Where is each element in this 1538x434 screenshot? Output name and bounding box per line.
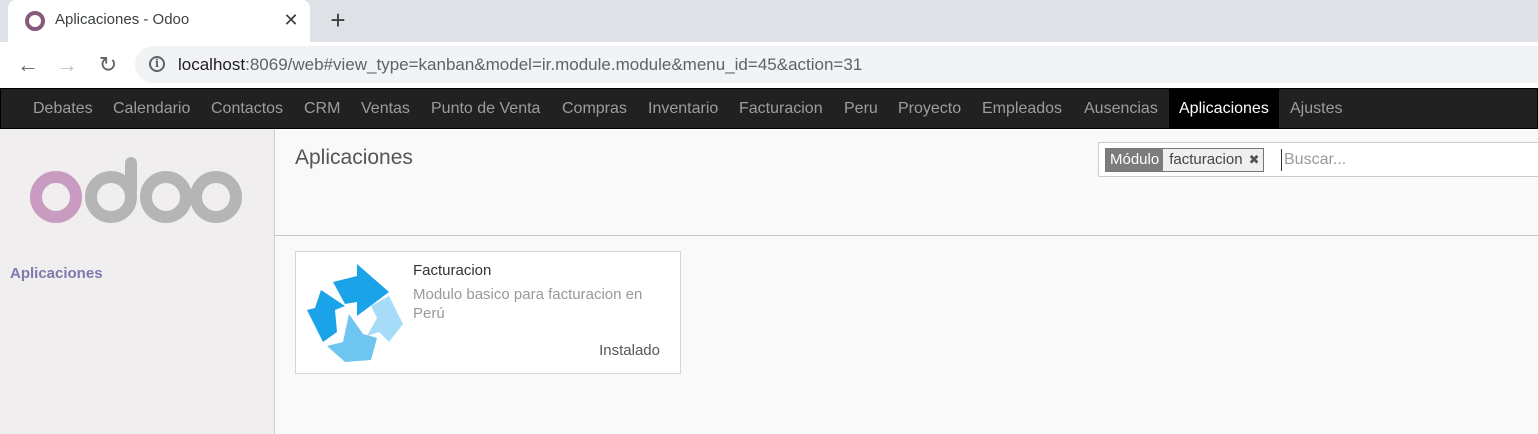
close-tab-icon[interactable]: ✕ bbox=[280, 9, 302, 31]
module-status: Instalado bbox=[599, 342, 660, 359]
search-facet[interactable]: Módulo facturacion ✖ bbox=[1105, 148, 1265, 172]
menu-item-ausencias[interactable]: Ausencias bbox=[1074, 89, 1168, 128]
reload-icon[interactable]: ↻ bbox=[94, 51, 122, 79]
sidebar-item-aplicaciones[interactable]: Aplicaciones bbox=[10, 265, 103, 282]
module-name: Facturacion bbox=[413, 262, 492, 279]
control-panel: Aplicaciones Módulo facturacion ✖ bbox=[275, 129, 1538, 236]
main-menu: Debates Calendario Contactos CRM Ventas Punto… bbox=[0, 88, 1538, 129]
info-icon[interactable]: i bbox=[149, 56, 165, 72]
facet-value: facturacion bbox=[1163, 149, 1249, 171]
new-tab-button[interactable]: + bbox=[324, 6, 352, 34]
address-bar[interactable]: i localhost:8069/web#view_type=kanban&mo… bbox=[135, 46, 1538, 83]
browser-toolbar: ← → ↻ i localhost:8069/web#view_type=kan… bbox=[0, 42, 1538, 88]
back-arrow-icon[interactable]: ← bbox=[14, 51, 42, 79]
menu-item-punto-de-venta[interactable]: Punto de Venta bbox=[421, 89, 550, 128]
breadcrumb: Aplicaciones bbox=[295, 146, 413, 169]
browser-tab-strip: Aplicaciones - Odoo ✕ + bbox=[0, 0, 1538, 42]
menu-item-contactos[interactable]: Contactos bbox=[201, 89, 293, 128]
menu-item-crm[interactable]: CRM bbox=[294, 89, 350, 128]
menu-item-empleados[interactable]: Empleados bbox=[972, 89, 1072, 128]
menu-item-ventas[interactable]: Ventas bbox=[351, 89, 420, 128]
search-box[interactable]: Módulo facturacion ✖ bbox=[1098, 142, 1538, 177]
odoo-logo[interactable] bbox=[30, 155, 242, 232]
menu-item-proyecto[interactable]: Proyecto bbox=[888, 89, 971, 128]
tab-title: Aplicaciones - Odoo bbox=[55, 11, 190, 28]
menu-item-peru[interactable]: Peru bbox=[834, 89, 888, 128]
menu-item-inventario[interactable]: Inventario bbox=[638, 89, 728, 128]
remove-facet-icon[interactable]: ✖ bbox=[1248, 149, 1264, 171]
menu-item-facturacion[interactable]: Facturacion bbox=[729, 89, 833, 128]
url-text[interactable]: localhost:8069/web#view_type=kanban&mode… bbox=[178, 55, 862, 75]
kanban-view: Facturacion Modulo basico para facturaci… bbox=[275, 236, 1538, 434]
facet-label: Módulo bbox=[1106, 149, 1164, 171]
browser-tab[interactable]: Aplicaciones - Odoo ✕ bbox=[8, 0, 310, 42]
module-summary: Modulo basico para facturacion en Perú bbox=[413, 286, 643, 322]
menu-item-ajustes[interactable]: Ajustes bbox=[1280, 89, 1352, 128]
sidebar: Aplicaciones bbox=[0, 129, 275, 434]
search-input[interactable] bbox=[1281, 149, 1531, 171]
refresh-arrows-icon bbox=[305, 262, 405, 369]
menu-item-aplicaciones[interactable]: Aplicaciones bbox=[1169, 89, 1279, 128]
module-card[interactable]: Facturacion Modulo basico para facturaci… bbox=[295, 251, 681, 374]
menu-item-calendario[interactable]: Calendario bbox=[103, 89, 200, 128]
menu-item-compras[interactable]: Compras bbox=[552, 89, 637, 128]
forward-arrow-icon[interactable]: → bbox=[53, 51, 81, 79]
menu-item-debates[interactable]: Debates bbox=[23, 89, 103, 128]
odoo-favicon-icon bbox=[25, 11, 45, 31]
